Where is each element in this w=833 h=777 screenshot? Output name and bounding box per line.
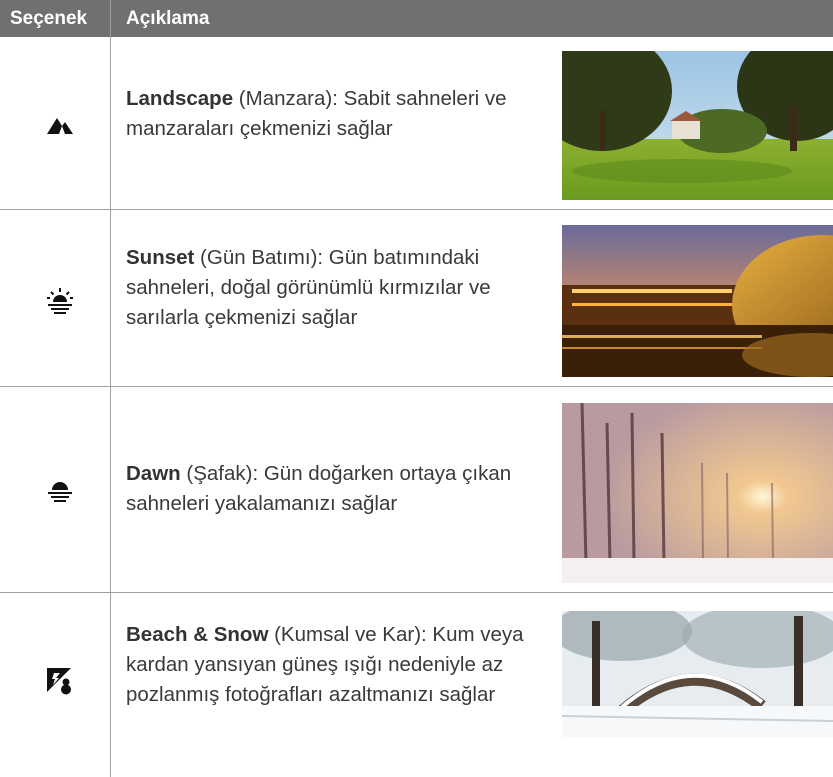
foggy-dawn-photo [562, 403, 833, 583]
dawn-icon [45, 475, 75, 505]
description-text: Dawn (Şafak): Gün doğarken ortaya çıkan … [126, 462, 512, 515]
landscape-icon [45, 110, 75, 140]
table-row: Sunset (Gün Batımı): Gün batımındaki sah… [0, 210, 833, 387]
sunset-city-photo [562, 225, 833, 377]
beach-snow-icon [45, 665, 75, 695]
description-text: Beach & Snow (Kumsal ve Kar): Kum veya k… [126, 623, 524, 706]
park-landscape-photo [562, 51, 833, 200]
table-row: Landscape (Manzara): Sabit sahneleri ve … [0, 37, 833, 210]
table-row: Beach & Snow (Kumsal ve Kar): Kum veya k… [0, 593, 833, 777]
description-text: Sunset (Gün Batımı): Gün batımındaki sah… [126, 246, 491, 329]
header-option-label: Seçenek [10, 8, 88, 29]
header-description-label: Açıklama [126, 8, 210, 29]
table-row: Dawn (Şafak): Gün doğarken ortaya çıkan … [0, 387, 833, 593]
description-text: Landscape (Manzara): Sabit sahneleri ve … [126, 87, 507, 140]
snow-park-photo [562, 611, 833, 737]
header-separator [110, 0, 111, 37]
sunset-icon [45, 285, 75, 315]
table-header: Seçenek Açıklama [0, 0, 833, 37]
